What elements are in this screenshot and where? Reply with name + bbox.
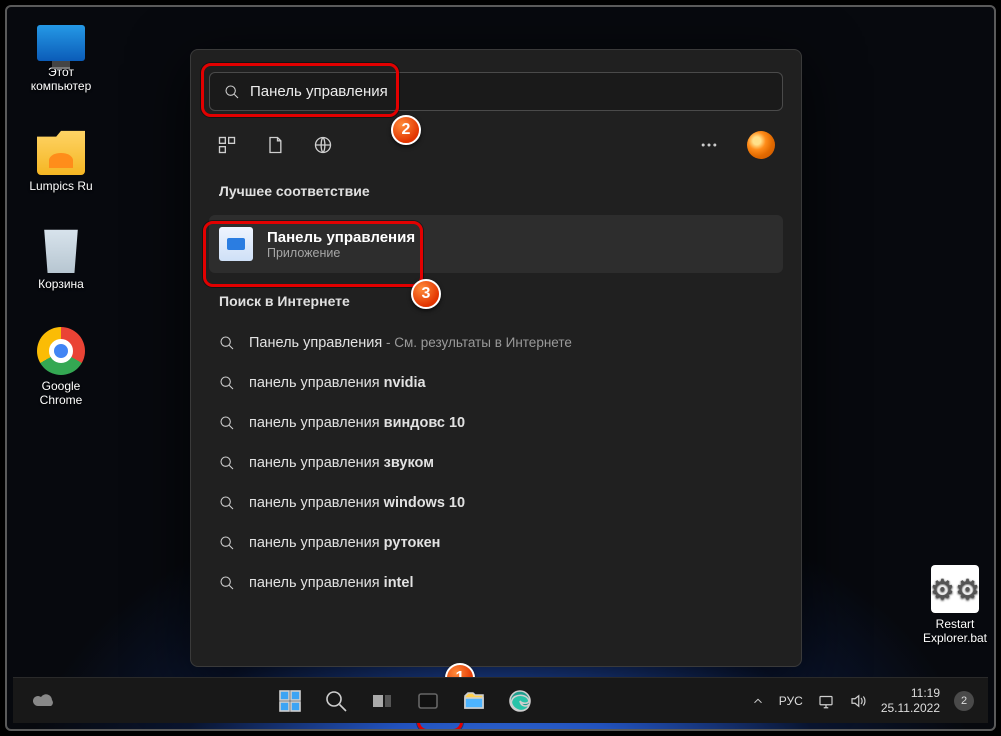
annotation-badge-3: 3 [411,279,441,309]
tray-language[interactable]: РУС [779,694,803,708]
chrome-icon [37,327,85,375]
desktop-icon-label: Этот компьютер [21,65,101,93]
monitor-icon [37,25,85,61]
desktop-icon-label: Google Chrome [21,379,101,407]
bin-icon [37,225,85,273]
more-options-icon[interactable] [699,135,719,155]
taskbar-explorer-button[interactable] [454,681,494,721]
web-result-text: панель управления intel [249,575,413,591]
desktop: Этот компьютер Lumpics Ru Корзина Google… [5,5,996,731]
web-result-text: Панель управления - См. результаты в Инт… [249,335,572,351]
tray-time: 11:19 [881,686,940,701]
search-icon [219,415,235,431]
best-match-result[interactable]: Панель управления Приложение [209,215,783,273]
section-web-search: Поиск в Интернете [191,283,801,319]
taskbar: РУС 11:19 25.11.2022 2 [13,677,988,723]
control-panel-icon [219,227,253,261]
web-result-text: панель управления windows 10 [249,495,465,511]
search-tabs [191,125,801,173]
section-best-match: Лучшее соответствие [191,173,801,209]
taskbar-start-button[interactable] [270,681,310,721]
web-result-item[interactable]: панель управления виндовс 10 [203,403,789,443]
web-result-item[interactable]: панель управления рутокен [203,523,789,563]
desktop-icon-label: Корзина [21,277,101,291]
tray-chevron-up-icon[interactable] [751,694,765,708]
tray-network-icon[interactable] [817,692,835,710]
web-result-text: панель управления виндовс 10 [249,415,465,431]
tab-apps-icon[interactable] [217,135,237,155]
annotation-badge-2: 2 [391,115,421,145]
search-input[interactable] [250,83,768,100]
taskbar-edge-button[interactable] [500,681,540,721]
web-result-text: панель управления звуком [249,455,434,471]
taskbar-search-button[interactable] [316,681,356,721]
desktop-icon-recycle-bin[interactable]: Корзина [21,225,101,291]
desktop-icon-lumpics[interactable]: Lumpics Ru [21,127,101,193]
web-result-text: панель управления рутокен [249,535,440,551]
tray-date: 25.11.2022 [881,701,940,716]
web-result-item[interactable]: панель управления windows 10 [203,483,789,523]
tray-volume-icon[interactable] [849,692,867,710]
best-match-title: Панель управления [267,229,415,246]
web-results-list: Панель управления - См. результаты в Инт… [191,319,801,607]
desktop-icon-chrome[interactable]: Google Chrome [21,327,101,407]
search-icon [219,455,235,471]
start-search-panel: Лучшее соответствие Панель управления Пр… [190,49,802,667]
search-icon [219,575,235,591]
search-icon [219,495,235,511]
folder-icon [37,127,85,175]
tab-documents-icon[interactable] [265,135,285,155]
web-result-text: панель управления nvidia [249,375,426,391]
taskbar-weather-icon[interactable] [23,681,63,721]
search-icon [219,375,235,391]
search-icon [224,84,240,100]
desktop-icon-restart-explorer[interactable]: ⚙︎⚙︎ Restart Explorer.bat [915,565,995,645]
web-result-item[interactable]: панель управления nvidia [203,363,789,403]
best-match-subtitle: Приложение [267,246,415,260]
tab-web-icon[interactable] [313,135,333,155]
search-box[interactable] [209,72,783,111]
user-avatar[interactable] [747,131,775,159]
search-icon [219,535,235,551]
taskbar-taskview-button[interactable] [362,681,402,721]
tray-clock[interactable]: 11:19 25.11.2022 [881,686,940,716]
web-result-item[interactable]: Панель управления - См. результаты в Инт… [203,323,789,363]
search-icon [219,335,235,351]
desktop-icon-this-pc[interactable]: Этот компьютер [21,25,101,93]
web-result-item[interactable]: панель управления intel [203,563,789,603]
desktop-icon-label: Restart Explorer.bat [915,617,995,645]
taskbar-terminal-button[interactable] [408,681,448,721]
web-result-item[interactable]: панель управления звуком [203,443,789,483]
tray-notification-count[interactable]: 2 [954,691,974,711]
gears-icon: ⚙︎⚙︎ [931,565,979,613]
desktop-icon-label: Lumpics Ru [21,179,101,193]
